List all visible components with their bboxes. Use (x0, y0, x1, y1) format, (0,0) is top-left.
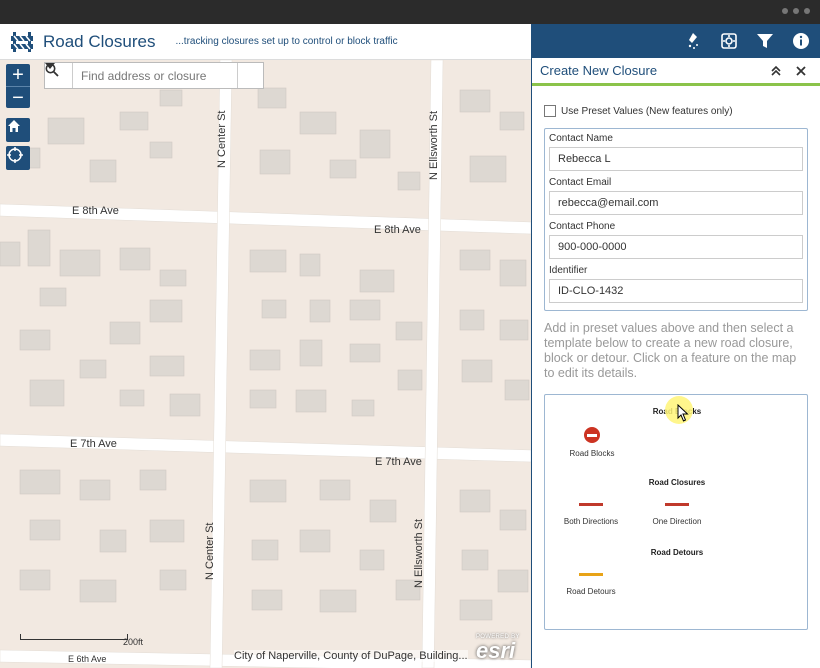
road-barrier-icon (11, 31, 33, 52)
mouse-cursor-icon (677, 404, 689, 422)
instructions-text: Add in preset values above and then sele… (544, 321, 797, 380)
preset-values-label[interactable]: Use Preset Values (New features only) (561, 106, 733, 117)
scale-bar (20, 634, 128, 640)
home-button[interactable] (6, 118, 30, 142)
locate-button[interactable] (6, 146, 30, 170)
map-view[interactable]: E 8th Ave E 8th Ave E 7th Ave E 7th Ave … (0, 60, 531, 668)
contact-name-input[interactable] (549, 147, 803, 171)
map-attribution[interactable]: City of Naperville, County of DuPage, Bu… (234, 650, 468, 662)
app-header: Road Closures ...tracking closures set u… (0, 24, 531, 60)
edit-button[interactable] (685, 31, 705, 51)
settings-icon (721, 33, 737, 49)
preset-values-row: Use Preset Values (New features only) (544, 105, 733, 117)
preset-values-checkbox[interactable] (544, 105, 556, 117)
search-icon (45, 63, 59, 77)
template-label: Road Detours (566, 587, 616, 596)
template-label: Road Blocks (569, 449, 615, 458)
zoom-out-button[interactable]: − (6, 86, 30, 109)
zoom-control: + − (6, 64, 30, 109)
double-chevron-up-icon (771, 65, 781, 76)
preset-fields: Contact Name Contact Email Contact Phone… (544, 128, 808, 311)
locate-icon (7, 147, 23, 163)
info-button[interactable] (791, 31, 811, 51)
street-label-n-center-st: N Center St (204, 522, 216, 580)
template-label: One Direction (652, 517, 702, 526)
street-label-e6th-ave: E 6th Ave (68, 654, 107, 664)
street-label-e8th-ave: E 8th Ave (374, 224, 421, 236)
contact-email-label: Contact Email (549, 177, 612, 188)
template-picker: Road Blocks Road Blocks Road Closures Bo… (544, 394, 808, 630)
panel-header: Create New Closure (532, 58, 820, 86)
detour-line-icon (579, 573, 603, 576)
search-widget (44, 62, 264, 89)
filter-button[interactable] (755, 31, 775, 51)
street-label-n-ellsworth-st: N Ellsworth St (413, 518, 425, 588)
template-both-directions[interactable]: Both Directions (556, 503, 626, 526)
identifier-label: Identifier (549, 265, 588, 276)
contact-email-input[interactable] (549, 191, 803, 215)
street-label-n-center-st: N Center St (216, 110, 228, 168)
app: Road Closures ...tracking closures set u… (0, 24, 820, 668)
settings-button[interactable] (719, 31, 739, 51)
app-title: Road Closures (43, 31, 156, 51)
search-button[interactable] (45, 63, 263, 88)
panel-collapse-button[interactable] (768, 63, 784, 79)
info-icon (793, 33, 809, 49)
contact-phone-label: Contact Phone (549, 221, 616, 232)
filter-icon (757, 34, 773, 48)
map-canvas (0, 60, 531, 668)
esri-logo[interactable]: POWERED BY esri (476, 634, 528, 664)
road-detours-group-title: Road Detours (650, 548, 704, 557)
window-titlebar (0, 0, 820, 24)
zoom-in-button[interactable]: + (6, 64, 30, 86)
closure-line-icon (665, 503, 689, 506)
panel-title: Create New Closure (540, 63, 658, 78)
top-toolbar (531, 24, 820, 58)
template-road-blocks[interactable]: Road Blocks (557, 427, 627, 458)
search-input[interactable] (73, 63, 237, 88)
closure-line-icon (579, 503, 603, 506)
scale-label: 200ft (123, 637, 144, 647)
edit-icon (688, 33, 698, 49)
street-label-n-ellsworth-st: N Ellsworth St (428, 110, 440, 180)
road-block-icon (584, 427, 600, 443)
create-closure-panel: Create New Closure Use Preset Values (Ne… (531, 58, 820, 668)
street-label-e7th-ave: E 7th Ave (70, 438, 117, 450)
contact-phone-input[interactable] (549, 235, 803, 259)
template-one-direction[interactable]: One Direction (642, 503, 712, 526)
template-road-detours[interactable]: Road Detours (556, 573, 626, 596)
window-controls[interactable] (782, 8, 810, 14)
identifier-input[interactable] (549, 279, 803, 303)
home-icon (8, 120, 20, 132)
street-label-e7th-ave: E 7th Ave (375, 456, 422, 468)
panel-close-button[interactable] (794, 64, 808, 78)
template-label: Both Directions (563, 517, 619, 526)
road-closures-group-title: Road Closures (648, 478, 706, 487)
street-label-e8th-ave: E 8th Ave (72, 205, 119, 217)
app-subtitle: ...tracking closures set up to control o… (175, 36, 398, 47)
contact-name-label: Contact Name (549, 133, 613, 144)
close-icon (796, 65, 806, 76)
